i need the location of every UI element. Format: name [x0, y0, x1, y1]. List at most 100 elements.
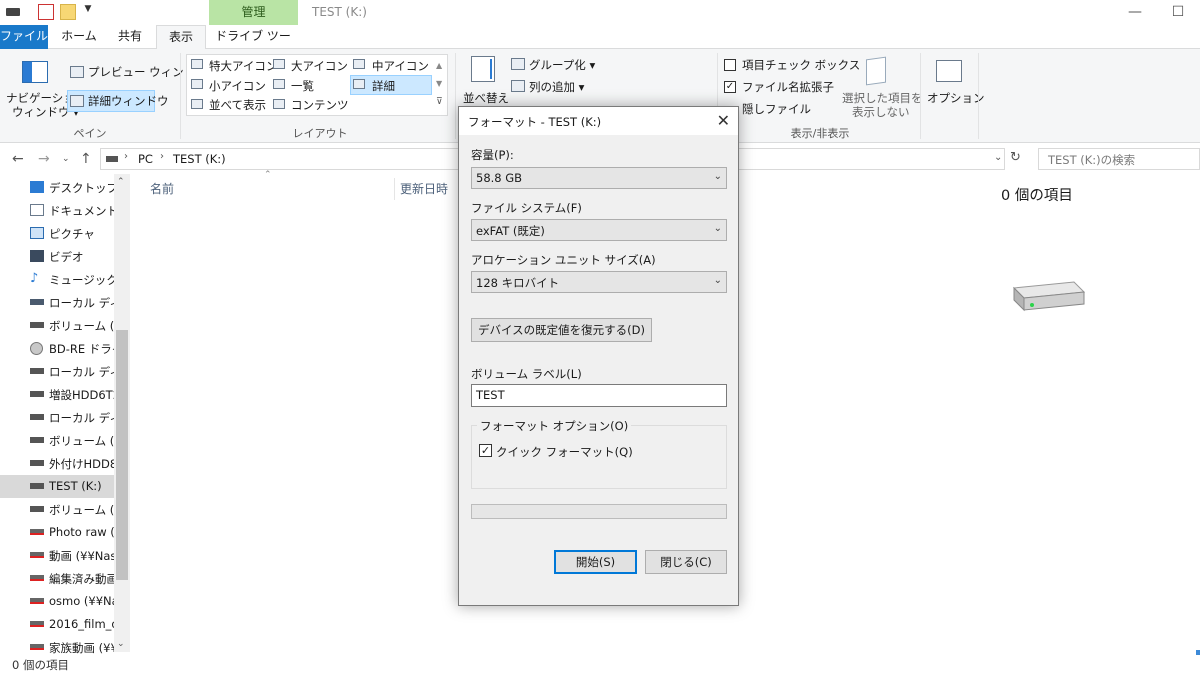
add-columns-button[interactable]: 列の追加 ▾ — [529, 79, 584, 95]
layout-extra-large-icons[interactable]: 特大アイコン — [209, 58, 277, 74]
drive-icon — [30, 368, 44, 374]
options-icon — [936, 60, 962, 82]
new-folder-icon[interactable] — [60, 4, 76, 20]
qat-dropdown-icon[interactable]: ▼ — [80, 4, 96, 20]
close-button[interactable]: 閉じる(C) — [645, 550, 727, 574]
item-checkboxes-checkbox[interactable] — [724, 59, 736, 71]
quick-format-checkbox[interactable]: ✓ — [479, 444, 492, 457]
start-button[interactable]: 開始(S) — [554, 550, 637, 574]
tab-manage[interactable]: 管理 — [209, 0, 298, 25]
details-pane-button[interactable]: 詳細ウィンドウ — [88, 93, 169, 109]
tab-file[interactable]: ファイル — [0, 25, 48, 49]
sidebar-item-edited-videos[interactable]: 編集済み動画 — [0, 567, 114, 590]
tab-share[interactable]: 共有 — [108, 25, 152, 49]
layout-large-icons[interactable]: 大アイコン — [291, 58, 348, 74]
gallery-expand-icon[interactable]: ⊽ — [436, 97, 443, 107]
hide-selected-icon — [866, 56, 886, 86]
videos-icon — [30, 250, 44, 262]
sidebar-item-osmo[interactable]: osmo (¥¥Nas — [0, 590, 114, 613]
tab-view[interactable]: 表示 — [156, 25, 206, 50]
allocation-unit-label: アロケーション ユニット サイズ(A) — [471, 253, 656, 267]
sort-button[interactable]: 並べ替え — [463, 90, 509, 106]
sidebar-item-volume-i[interactable]: ボリューム (I:) — [0, 429, 114, 452]
sidebar-item-test-k[interactable]: TEST (K:) — [0, 475, 114, 498]
extra-large-icons-icon — [191, 59, 203, 69]
hide-selected-button-line2[interactable]: 表示しない — [852, 104, 910, 120]
drive-icon — [30, 437, 44, 443]
content-icon — [273, 99, 285, 109]
capacity-select[interactable]: 58.8 GB ⌄ — [471, 167, 727, 189]
ribbon-separator — [455, 53, 456, 139]
allocation-unit-select[interactable]: 128 キロバイト ⌄ — [471, 271, 727, 293]
disconnected-network-drive-icon — [30, 529, 44, 535]
format-options-label: フォーマット オプション(O) — [477, 418, 632, 434]
scroll-down-icon[interactable]: ⌄ — [117, 639, 125, 649]
file-extensions-checkbox[interactable]: ✓ — [724, 81, 736, 93]
sidebar-item-music[interactable]: ♪ ミュージック — [0, 268, 114, 291]
column-header-date-modified[interactable]: 更新日時 — [400, 180, 448, 197]
sidebar-item-desktop[interactable]: デスクトップ — [0, 176, 114, 199]
close-icon[interactable]: ✕ — [717, 111, 730, 130]
search-input[interactable]: TEST (K:)の検索 — [1038, 148, 1200, 170]
recent-locations-icon[interactable]: ⌄ — [62, 154, 70, 164]
details-item-count: 0 個の項目 — [1001, 188, 1073, 204]
add-columns-icon — [511, 80, 525, 92]
volume-label-input[interactable]: TEST — [471, 384, 727, 407]
restore-defaults-button[interactable]: デバイスの既定値を復元する(D) — [471, 318, 652, 342]
group-by-button[interactable]: グループ化 ▾ — [529, 57, 595, 73]
layout-medium-icons[interactable]: 中アイコン — [372, 58, 429, 74]
gallery-scroll-down-icon[interactable]: ▼ — [436, 79, 442, 88]
sidebar-item-hdd6t[interactable]: 増設HDD6T2 — [0, 383, 114, 406]
sidebar-item-volume-l[interactable]: ボリューム (L:) — [0, 498, 114, 521]
up-icon[interactable]: ↑ — [80, 151, 92, 167]
sort-ascending-icon: ⌃ — [264, 170, 272, 180]
medium-icons-icon — [353, 59, 365, 69]
sidebar-item-bd-re[interactable]: BD-RE ドライブ — [0, 337, 114, 360]
sidebar-item-2016-film[interactable]: 2016_film_da — [0, 613, 114, 636]
sidebar-item-local-disk-2[interactable]: ローカル ディスク — [0, 360, 114, 383]
sidebar-item-external-hdd8t[interactable]: 外付けHDD8T — [0, 452, 114, 475]
address-dropdown-icon[interactable]: ⌄ — [994, 152, 1002, 163]
format-progress-bar — [471, 504, 727, 519]
sidebar-scrollbar-thumb[interactable] — [116, 330, 128, 580]
status-item-count: 0 個の項目 — [12, 658, 69, 672]
maximize-button[interactable]: ☐ — [1168, 3, 1188, 21]
forward-icon[interactable]: → — [38, 151, 50, 167]
options-button[interactable]: オプション — [927, 90, 985, 106]
sidebar-item-videos[interactable]: ビデオ — [0, 245, 114, 268]
sidebar-item-pictures[interactable]: ピクチャ — [0, 222, 114, 245]
filesystem-value: exFAT (既定) — [476, 224, 545, 238]
gallery-scroll-up-icon[interactable]: ▲ — [436, 61, 442, 70]
layout-list[interactable]: 一覧 — [291, 78, 314, 94]
system-drive-icon — [30, 299, 44, 305]
sidebar-item-photo-raw[interactable]: Photo raw (¥ — [0, 521, 114, 544]
sidebar-item-volume-d[interactable]: ボリューム (D:) — [0, 314, 114, 337]
breadcrumb-chevron-icon: › — [160, 151, 164, 162]
column-header-name[interactable]: 名前 — [150, 180, 174, 197]
scroll-up-icon[interactable]: ⌃ — [117, 177, 125, 187]
filesystem-label: ファイル システム(F) — [471, 201, 582, 215]
breadcrumb-drive[interactable]: TEST (K:) — [173, 152, 226, 166]
layout-small-icons[interactable]: 小アイコン — [209, 78, 266, 94]
filesystem-select[interactable]: exFAT (既定) ⌄ — [471, 219, 727, 241]
sidebar-item-video-nas[interactable]: 動画 (¥¥Nase — [0, 544, 114, 567]
drive-icon — [30, 391, 44, 397]
layout-tiles[interactable]: 並べて表示 — [209, 97, 266, 113]
refresh-icon[interactable]: ↻ — [1010, 150, 1021, 165]
disc-drive-icon — [30, 342, 43, 355]
sidebar-item-documents[interactable]: ドキュメント — [0, 199, 114, 222]
layout-details[interactable]: 詳細 — [372, 78, 395, 94]
back-icon[interactable]: ← — [12, 151, 24, 167]
sidebar-item-local-disk-c[interactable]: ローカル ディスク — [0, 291, 114, 314]
column-divider[interactable] — [394, 178, 395, 200]
minimize-button[interactable]: — — [1125, 3, 1145, 21]
tab-drive-tools[interactable]: ドライブ ツール — [210, 25, 296, 66]
breadcrumb-pc[interactable]: PC — [138, 152, 153, 166]
tab-home[interactable]: ホーム — [54, 25, 104, 49]
sidebar-item-local-disk-3[interactable]: ローカル ディスク — [0, 406, 114, 429]
properties-icon[interactable] — [38, 4, 54, 20]
drive-icon — [30, 322, 44, 328]
layout-content[interactable]: コンテンツ — [291, 97, 349, 113]
status-bar: 0 個の項目 — [0, 655, 1200, 675]
music-icon: ♪ — [30, 271, 39, 286]
